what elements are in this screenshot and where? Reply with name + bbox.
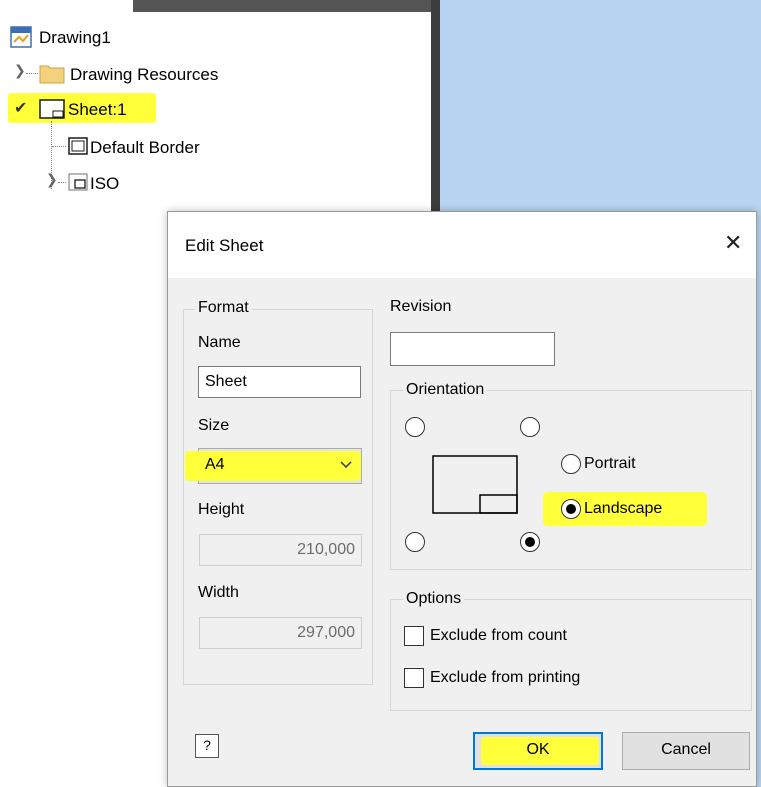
options-caption: Options bbox=[403, 590, 465, 608]
help-icon: ? bbox=[203, 737, 211, 753]
format-caption: Format bbox=[195, 299, 252, 317]
tree-item-label: Sheet:1 bbox=[68, 100, 127, 119]
chevron-down-icon bbox=[340, 461, 352, 469]
orientation-caption: Orientation bbox=[403, 381, 488, 399]
folder-icon bbox=[39, 65, 65, 84]
size-value: A4 bbox=[205, 456, 225, 473]
landscape-radio[interactable] bbox=[561, 499, 581, 519]
dialog-title: Edit Sheet bbox=[185, 236, 264, 255]
graphics-window-top-edge bbox=[133, 0, 435, 12]
sheet-orientation-preview bbox=[432, 455, 518, 514]
ok-label: OK bbox=[526, 741, 550, 758]
pane-divider[interactable] bbox=[431, 0, 440, 230]
corner-bottom-right-radio[interactable] bbox=[520, 532, 540, 552]
drawing-canvas[interactable] bbox=[440, 0, 761, 230]
sheet-icon bbox=[39, 99, 65, 119]
portrait-radio[interactable] bbox=[561, 454, 581, 474]
tree-connector bbox=[58, 182, 66, 183]
tree-connector bbox=[52, 146, 66, 147]
tree-item-label: Default Border bbox=[90, 138, 200, 157]
exclude-from-count-label: Exclude from count bbox=[430, 627, 567, 644]
corner-top-right-radio[interactable] bbox=[520, 417, 540, 437]
exclude-from-count-checkbox[interactable] bbox=[404, 626, 424, 646]
options-group bbox=[390, 599, 752, 711]
ok-button[interactable]: OK bbox=[473, 732, 603, 770]
drawing-canvas-edge bbox=[757, 230, 761, 787]
size-label: Size bbox=[198, 417, 230, 434]
drawing-icon bbox=[10, 26, 32, 48]
height-input: 210,000 bbox=[199, 534, 362, 566]
portrait-option[interactable]: Portrait bbox=[561, 452, 691, 476]
cancel-button[interactable]: Cancel bbox=[622, 732, 750, 770]
height-label: Height bbox=[198, 501, 245, 518]
tree-root-label: Drawing1 bbox=[39, 28, 111, 47]
revision-input[interactable] bbox=[390, 332, 555, 366]
exclude-from-printing-label: Exclude from printing bbox=[430, 669, 581, 686]
chevron-down-icon[interactable]: ✔ bbox=[14, 98, 27, 118]
width-input: 297,000 bbox=[199, 617, 362, 649]
tree-connector bbox=[26, 73, 38, 74]
name-input[interactable]: Sheet bbox=[198, 366, 361, 398]
name-label: Name bbox=[198, 334, 241, 351]
revision-label: Revision bbox=[390, 298, 452, 315]
browser-tree: Drawing1 ❯ Drawing Resources ✔ Sheet:1 D… bbox=[0, 20, 430, 200]
size-dropdown[interactable]: A4 bbox=[185, 448, 362, 484]
chevron-right-icon[interactable]: ❯ bbox=[46, 171, 58, 188]
title-block-icon bbox=[68, 173, 88, 191]
tree-item-label: Drawing Resources bbox=[70, 65, 219, 84]
landscape-label: Landscape bbox=[584, 500, 663, 517]
exclude-from-count-option[interactable]: Exclude from count bbox=[404, 624, 644, 648]
corner-top-left-radio[interactable] bbox=[405, 417, 425, 437]
edit-sheet-dialog: Edit Sheet ✕ Format Name Sheet Size A4 H… bbox=[167, 211, 757, 787]
width-label: Width bbox=[198, 584, 239, 601]
close-icon[interactable]: ✕ bbox=[724, 230, 742, 256]
border-icon bbox=[68, 137, 88, 155]
portrait-label: Portrait bbox=[584, 455, 636, 472]
chevron-right-icon[interactable]: ❯ bbox=[14, 62, 26, 79]
help-button[interactable]: ? bbox=[195, 734, 219, 758]
tree-item-label: ISO bbox=[90, 174, 120, 193]
landscape-option[interactable]: Landscape bbox=[543, 492, 707, 528]
corner-bottom-left-radio[interactable] bbox=[405, 532, 425, 552]
exclude-from-printing-option[interactable]: Exclude from printing bbox=[404, 666, 644, 690]
exclude-from-printing-checkbox[interactable] bbox=[404, 668, 424, 688]
